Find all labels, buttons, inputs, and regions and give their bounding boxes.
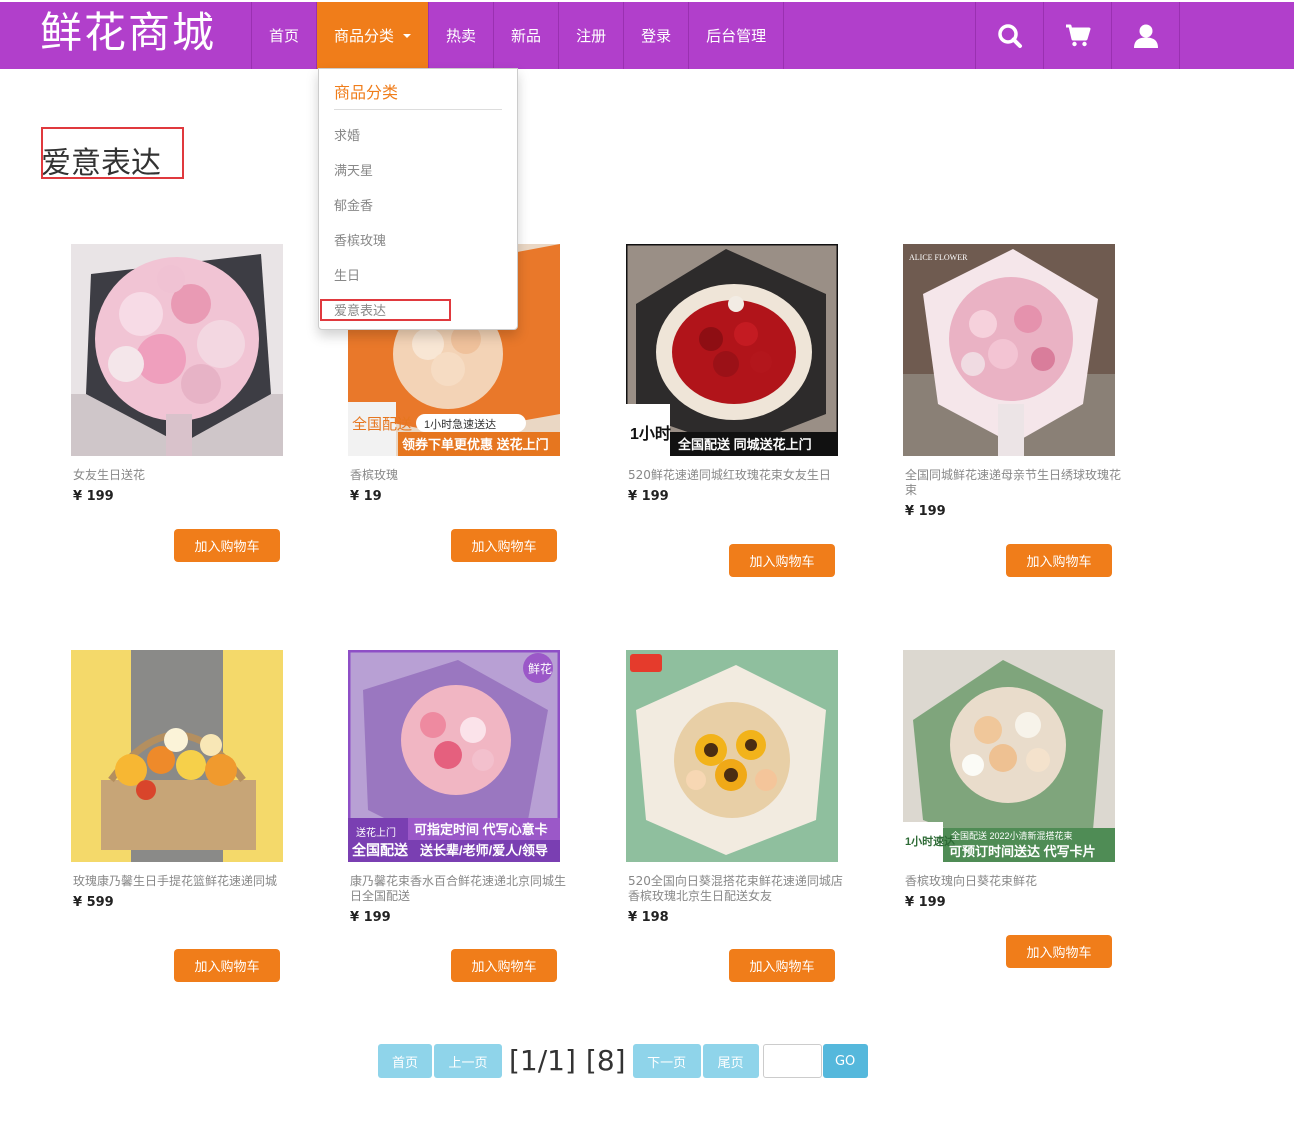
search-icon — [997, 23, 1022, 48]
main-nav: 首页 商品分类 热卖 新品 注册 登录 后台管理 — [251, 2, 785, 69]
highlight-box-title — [41, 127, 184, 179]
image-tag: 送花上门 — [356, 826, 396, 839]
product-name[interactable]: 女友生日送花 — [71, 468, 291, 483]
cart-button[interactable] — [1044, 2, 1112, 69]
image-corner: 鲜花 — [528, 661, 552, 676]
product-image[interactable]: ALICE FLOWER — [903, 244, 1115, 456]
highlight-box-dropdown — [320, 299, 451, 321]
product-image[interactable] — [71, 244, 283, 456]
product-name[interactable]: 香槟玫瑰 — [348, 468, 568, 483]
product-card: ALICE FLOWER 全国同城鲜花速递母亲节生日绣球玫瑰花束 ¥ 199 加… — [903, 244, 1143, 577]
nav-register[interactable]: 注册 — [559, 2, 625, 69]
dropdown-item-tulip[interactable]: 郁金香 — [334, 195, 373, 214]
dropdown-header: 商品分类 — [334, 79, 502, 110]
next-page-button[interactable]: 下一页 — [632, 1044, 701, 1078]
go-button[interactable]: GO — [822, 1044, 868, 1078]
dropdown-item-birthday[interactable]: 生日 — [334, 265, 360, 284]
image-badge: 全国配送 — [352, 415, 412, 433]
product-price: ¥ 199 — [73, 489, 114, 504]
product-price: ¥ 199 — [905, 504, 946, 519]
nav-new[interactable]: 新品 — [494, 2, 560, 69]
search-button[interactable] — [976, 2, 1044, 69]
total-count: [8] — [585, 1044, 626, 1077]
product-name[interactable]: 520鲜花速递同城红玫瑰花束女友生日 — [626, 468, 846, 483]
image-badge: 1小时速达 — [905, 834, 955, 848]
first-page-button[interactable]: 首页 — [378, 1044, 432, 1078]
image-banner: 全国配送 同城送花上门 — [677, 437, 812, 452]
nav-categories[interactable]: 商品分类 — [317, 2, 430, 69]
product-image[interactable]: 1小时 全国配送 同城送花上门 — [626, 244, 838, 456]
category-dropdown: 商品分类 求婚 满天星 郁金香 香槟玫瑰 生日 爱意表达 — [318, 68, 518, 330]
product-card: 1小时速达 全国配送 2022小清新混搭花束 可预订时间送达 代写卡片 香槟玫瑰… — [903, 650, 1143, 968]
product-price: ¥ 599 — [73, 895, 114, 910]
product-price: ¥ 199 — [905, 895, 946, 910]
image-tag: 1小时急速送达 — [424, 417, 496, 431]
dropdown-item-champagne-rose[interactable]: 香槟玫瑰 — [334, 230, 386, 249]
nav-home[interactable]: 首页 — [252, 2, 318, 69]
navbar: 鲜花商城 首页 商品分类 热卖 新品 注册 登录 后台管理 — [0, 2, 1294, 69]
cart-icon — [1065, 24, 1090, 46]
image-line2: 送长辈/老师/爱人/领导 — [419, 843, 548, 858]
nav-admin[interactable]: 后台管理 — [689, 2, 785, 69]
add-to-cart-button[interactable]: 加入购物车 — [451, 529, 557, 562]
pagination: 首页 上一页 [1/1] [8] 下一页 尾页 GO — [378, 1041, 868, 1081]
user-button[interactable] — [1112, 2, 1180, 69]
product-price: ¥ 198 — [628, 910, 669, 925]
product-image[interactable] — [71, 650, 283, 862]
nav-hot[interactable]: 热卖 — [429, 2, 495, 69]
product-card: 鲜花 送花上门 全国配送 可指定时间 代写心意卡 送长辈/老师/爱人/领导 康乃… — [348, 650, 588, 982]
last-page-button[interactable]: 尾页 — [702, 1044, 759, 1078]
product-price: ¥ 19 — [350, 489, 382, 504]
dropdown-item-babys-breath[interactable]: 满天星 — [334, 160, 373, 179]
page-info: [1/1] — [509, 1044, 576, 1077]
image-line1: 可指定时间 代写心意卡 — [414, 822, 548, 837]
add-to-cart-button[interactable]: 加入购物车 — [451, 949, 557, 982]
image-badge: 1小时 — [630, 425, 671, 443]
product-card: 玫瑰康乃馨生日手提花篮鲜花速递同城 ¥ 599 加入购物车 — [71, 650, 311, 982]
add-to-cart-button[interactable]: 加入购物车 — [1006, 544, 1112, 577]
image-line1: 全国配送 2022小清新混搭花束 — [951, 830, 1073, 841]
product-name[interactable]: 香槟玫瑰向日葵花束鲜花 — [903, 874, 1123, 889]
product-price: ¥ 199 — [628, 489, 669, 504]
add-to-cart-button[interactable]: 加入购物车 — [174, 949, 280, 982]
image-badge: 全国配送 — [351, 842, 409, 858]
product-name[interactable]: 全国同城鲜花速递母亲节生日绣球玫瑰花束 — [903, 468, 1123, 498]
image-logo: ALICE FLOWER — [909, 253, 968, 262]
product-image[interactable]: 鲜花 送花上门 全国配送 可指定时间 代写心意卡 送长辈/老师/爱人/领导 — [348, 650, 560, 862]
add-to-cart-button[interactable]: 加入购物车 — [1006, 935, 1112, 968]
product-name[interactable]: 520全国向日葵混搭花束鲜花速递同城店香槟玫瑰北京生日配送女友 — [626, 874, 846, 904]
add-to-cart-button[interactable]: 加入购物车 — [729, 949, 835, 982]
nav-categories-label: 商品分类 — [334, 27, 395, 45]
product-name[interactable]: 康乃馨花束香水百合鲜花速递北京同城生日全国配送 — [348, 874, 568, 904]
nav-login[interactable]: 登录 — [624, 2, 690, 69]
image-banner: 领券下单更优惠 送花上门 — [402, 437, 549, 452]
image-line2: 可预订时间送达 代写卡片 — [949, 844, 1096, 859]
user-icon — [1133, 24, 1158, 48]
add-to-cart-button[interactable]: 加入购物车 — [729, 544, 835, 577]
add-to-cart-button[interactable]: 加入购物车 — [174, 529, 280, 562]
prev-page-button[interactable]: 上一页 — [434, 1044, 502, 1078]
caret-down-icon — [403, 33, 412, 38]
product-price: ¥ 199 — [350, 910, 391, 925]
product-name[interactable]: 玫瑰康乃馨生日手提花篮鲜花速递同城 — [71, 874, 291, 889]
product-image[interactable] — [626, 650, 838, 862]
page-number-input[interactable] — [762, 1044, 822, 1078]
product-card: 女友生日送花 ¥ 199 加入购物车 — [71, 244, 311, 562]
product-card: 1小时 全国配送 同城送花上门 520鲜花速递同城红玫瑰花束女友生日 ¥ 199… — [626, 244, 866, 577]
dropdown-item-proposal[interactable]: 求婚 — [334, 125, 360, 144]
brand-logo[interactable]: 鲜花商城 — [40, 8, 216, 58]
product-image[interactable]: 1小时速达 全国配送 2022小清新混搭花束 可预订时间送达 代写卡片 — [903, 650, 1115, 862]
nav-icons — [975, 2, 1180, 69]
product-card: 520全国向日葵混搭花束鲜花速递同城店香槟玫瑰北京生日配送女友 ¥ 198 加入… — [626, 650, 866, 982]
